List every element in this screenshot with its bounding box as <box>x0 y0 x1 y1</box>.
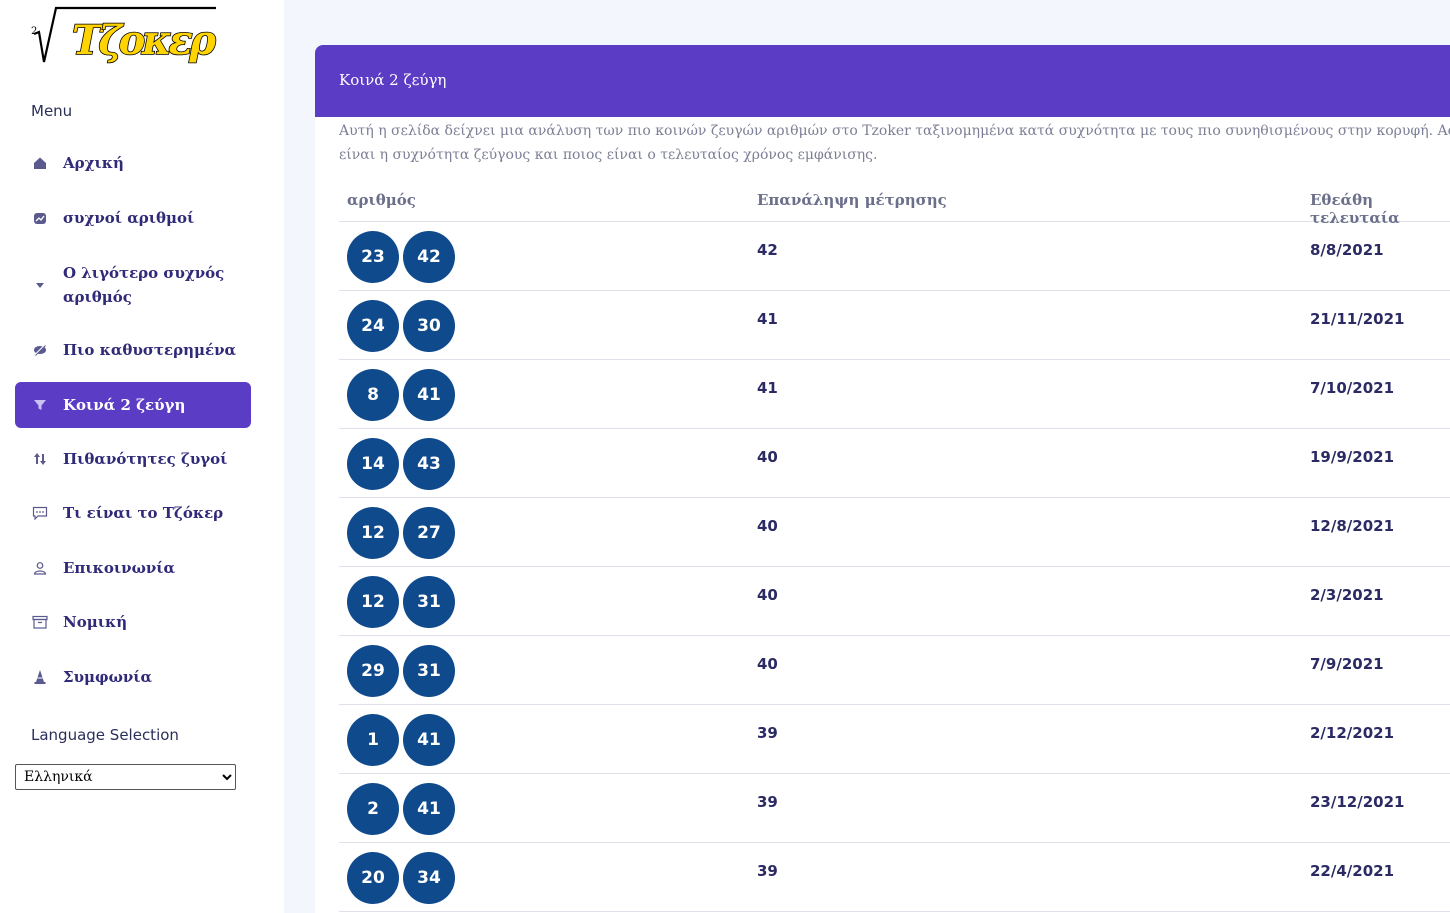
number-ball: 27 <box>403 507 455 559</box>
sidebar-item-label: Επικοινωνία <box>63 559 176 577</box>
repeat-count: 39 <box>757 793 778 811</box>
intro-text: Αυτή η σελίδα δείχνει μια ανάλυση των πι… <box>339 119 1450 167</box>
number-ball: 41 <box>403 714 455 766</box>
repeat-count: 39 <box>757 862 778 880</box>
sidebar-item-common-pairs[interactable]: Κοινά 2 ζεύγη <box>15 382 251 428</box>
sort-arrows-icon <box>32 451 48 467</box>
home-icon <box>32 155 48 171</box>
number-ball: 14 <box>347 438 399 490</box>
cone-icon <box>32 669 48 685</box>
number-ball: 31 <box>403 576 455 628</box>
table-row: 24 30 41 21/11/2021 <box>339 291 1450 360</box>
sidebar-item-label: Κοινά 2 ζεύγη <box>63 396 186 414</box>
language-select[interactable]: Ελληνικά <box>15 764 236 790</box>
sidebar-item-label: Συμφωνία <box>63 668 153 686</box>
table-row: 12 31 40 2/3/2021 <box>339 567 1450 636</box>
sidebar-item-label: Τι είναι το Τζόκερ <box>63 504 224 522</box>
table-row: 29 31 40 7/9/2021 <box>339 636 1450 705</box>
site-logo[interactable]: 2 Τζοκερ <box>30 6 220 70</box>
table-row: 23 42 42 8/8/2021 <box>339 222 1450 291</box>
sidebar-item-label: Ο λιγότερο συχνός αριθμός <box>63 264 225 306</box>
user-icon <box>32 560 48 576</box>
svg-text:2: 2 <box>31 26 37 37</box>
sidebar-item-label: Πιθανότητες ζυγοί <box>63 450 228 468</box>
table-row: 20 34 39 22/4/2021 <box>339 843 1450 912</box>
eye-slash-icon <box>32 342 48 358</box>
repeat-count: 40 <box>757 517 778 535</box>
last-seen-date: 21/11/2021 <box>1310 310 1405 328</box>
language-heading: Language Selection <box>31 726 179 744</box>
repeat-count: 40 <box>757 655 778 673</box>
repeat-count: 41 <box>757 310 778 328</box>
number-ball: 12 <box>347 507 399 559</box>
last-seen-date: 23/12/2021 <box>1310 793 1405 811</box>
last-seen-date: 12/8/2021 <box>1310 517 1395 535</box>
chart-icon <box>32 210 48 226</box>
repeat-count: 42 <box>757 241 778 259</box>
repeat-count: 40 <box>757 448 778 466</box>
sidebar-item-label: Νομική <box>63 613 128 631</box>
number-ball: 30 <box>403 300 455 352</box>
sidebar-item-what-is-joker[interactable]: Τι είναι το Τζόκερ <box>15 490 251 536</box>
table-row: 14 43 40 19/9/2021 <box>339 429 1450 498</box>
card-header: Κοινά 2 ζεύγη <box>315 45 1450 117</box>
repeat-count: 41 <box>757 379 778 397</box>
table-row: 2 41 39 23/12/2021 <box>339 774 1450 843</box>
number-ball: 42 <box>403 231 455 283</box>
number-ball: 1 <box>347 714 399 766</box>
intro-line: Αυτή η σελίδα δείχνει μια ανάλυση των πι… <box>339 123 1450 139</box>
column-header-count: Επανάληψη μέτρησης <box>757 191 947 209</box>
sidebar: 2 Τζοκερ Menu Αρχική συχνοί αριθμοί Ο λι… <box>0 0 284 913</box>
page-title: Κοινά 2 ζεύγη <box>339 71 447 89</box>
sidebar-item-agreement[interactable]: Συμφωνία <box>15 654 251 700</box>
repeat-count: 40 <box>757 586 778 604</box>
number-ball: 29 <box>347 645 399 697</box>
number-ball: 24 <box>347 300 399 352</box>
number-ball: 23 <box>347 231 399 283</box>
sidebar-item-legal[interactable]: Νομική <box>15 599 251 645</box>
number-ball: 12 <box>347 576 399 628</box>
menu-heading: Menu <box>31 102 73 120</box>
filter-icon <box>32 397 48 413</box>
number-ball: 41 <box>403 369 455 421</box>
last-seen-date: 2/3/2021 <box>1310 586 1384 604</box>
sidebar-item-label: Πιο καθυστερημένα <box>63 341 237 359</box>
sidebar-item-home[interactable]: Αρχική <box>15 140 251 186</box>
number-ball: 31 <box>403 645 455 697</box>
main-card: Κοινά 2 ζεύγη Αυτή η σελίδα δείχνει μια … <box>315 45 1450 913</box>
table-row: 1 41 39 2/12/2021 <box>339 705 1450 774</box>
number-ball: 2 <box>347 783 399 835</box>
last-seen-date: 22/4/2021 <box>1310 862 1395 880</box>
sidebar-item-most-delayed[interactable]: Πιο καθυστερημένα <box>15 327 251 373</box>
last-seen-date: 7/10/2021 <box>1310 379 1395 397</box>
intro-line: είναι η συχνότητα ζεύγους και ποιος είνα… <box>339 147 878 163</box>
number-ball: 8 <box>347 369 399 421</box>
svg-text:Τζοκερ: Τζοκερ <box>72 17 216 64</box>
last-seen-date: 7/9/2021 <box>1310 655 1384 673</box>
sidebar-item-frequent-numbers[interactable]: συχνοί αριθμοί <box>15 195 251 241</box>
number-ball: 43 <box>403 438 455 490</box>
table-row: 8 41 41 7/10/2021 <box>339 360 1450 429</box>
last-seen-date: 8/8/2021 <box>1310 241 1384 259</box>
sidebar-item-label: Αρχική <box>63 154 124 172</box>
table-row: 12 27 40 12/8/2021 <box>339 498 1450 567</box>
chat-icon <box>32 505 48 521</box>
number-ball: 34 <box>403 852 455 904</box>
repeat-count: 39 <box>757 724 778 742</box>
last-seen-date: 2/12/2021 <box>1310 724 1395 742</box>
sidebar-item-even-odds[interactable]: Πιθανότητες ζυγοί <box>15 436 251 482</box>
sidebar-item-label: συχνοί αριθμοί <box>63 209 195 227</box>
number-ball: 20 <box>347 852 399 904</box>
sidebar-item-least-frequent[interactable]: Ο λιγότερο συχνός αριθμός <box>15 250 251 320</box>
chevron-down-icon <box>32 277 48 293</box>
number-ball: 41 <box>403 783 455 835</box>
column-header-number: αριθμός <box>347 191 416 209</box>
archive-icon <box>32 614 48 630</box>
table-header: αριθμός Επανάληψη μέτρησης Εθεάθη τελευτ… <box>339 185 1450 227</box>
sidebar-item-contact[interactable]: Επικοινωνία <box>15 545 251 591</box>
last-seen-date: 19/9/2021 <box>1310 448 1395 466</box>
